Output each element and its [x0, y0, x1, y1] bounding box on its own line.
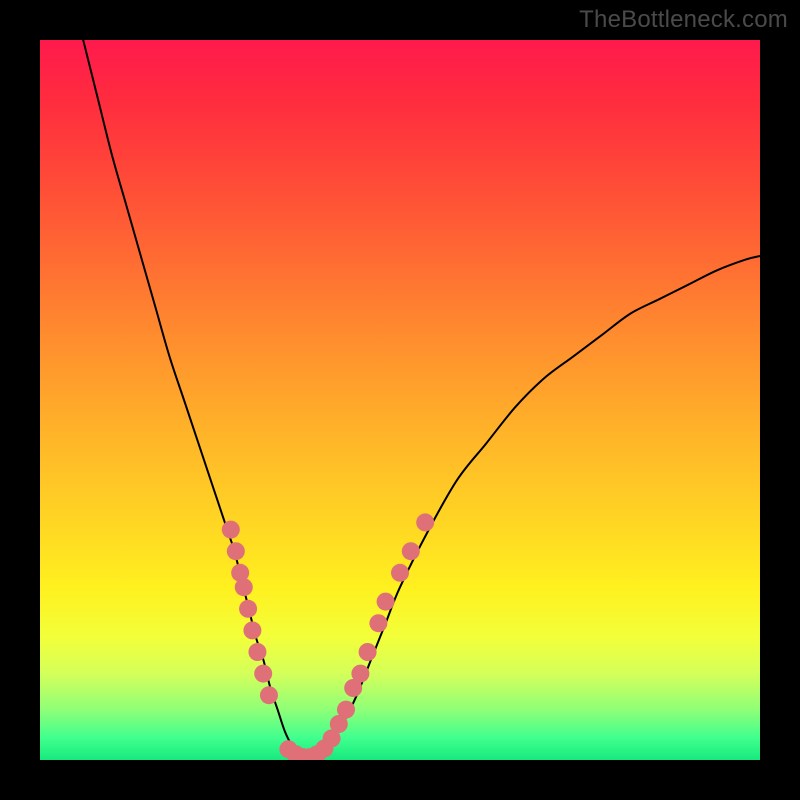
- plot-area: [40, 40, 760, 760]
- data-point: [351, 665, 369, 683]
- chart-frame: TheBottleneck.com: [0, 0, 800, 800]
- data-point: [359, 643, 377, 661]
- curve-svg: [40, 40, 760, 760]
- data-point: [416, 513, 434, 531]
- data-point: [243, 621, 261, 639]
- data-point: [235, 578, 253, 596]
- watermark-text: TheBottleneck.com: [579, 6, 788, 34]
- bottleneck-curve: [83, 40, 760, 758]
- data-point: [337, 701, 355, 719]
- data-point: [254, 665, 272, 683]
- data-point: [227, 542, 245, 560]
- data-point: [377, 593, 395, 611]
- data-point: [369, 614, 387, 632]
- data-point: [402, 542, 420, 560]
- data-points: [222, 513, 434, 760]
- data-point: [248, 643, 266, 661]
- data-point: [391, 564, 409, 582]
- data-point: [260, 686, 278, 704]
- data-point: [239, 600, 257, 618]
- data-point: [222, 521, 240, 539]
